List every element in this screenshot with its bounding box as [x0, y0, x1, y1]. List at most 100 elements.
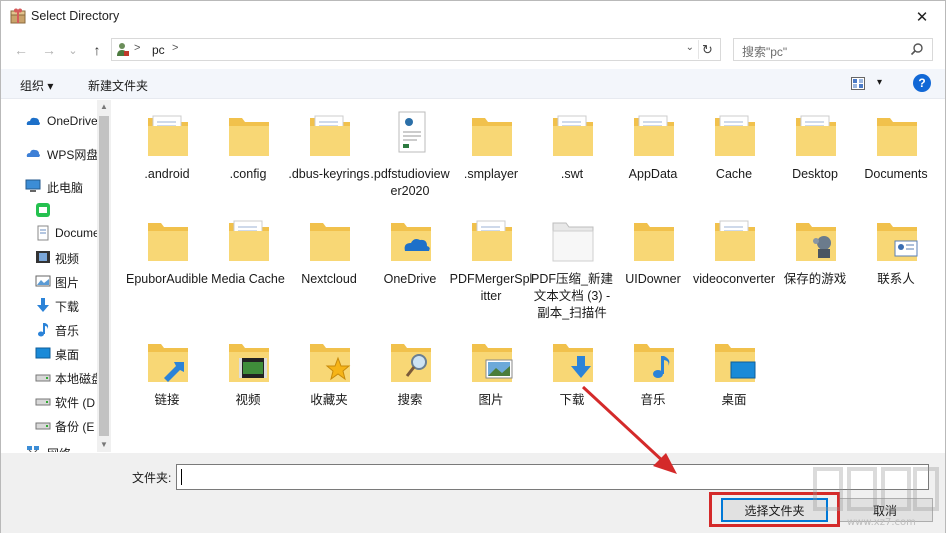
sidebar-item-label: OneDrive — [47, 114, 97, 128]
back-button[interactable]: ← — [11, 40, 31, 60]
sidebar-item[interactable]: WPS网盘 — [1, 142, 97, 164]
folder-label: .dbus-keyrings — [288, 167, 370, 181]
sidebar-item[interactable]: 软件 (D — [1, 390, 97, 412]
folder-label: OneDrive — [383, 272, 437, 286]
sidebar-item-label: 此电脑 — [47, 181, 84, 195]
scrollbar-thumb[interactable] — [99, 116, 109, 436]
folder-icon — [227, 110, 271, 160]
folder-icon — [794, 110, 838, 160]
sidebar-item-label: 本地磁盘 — [55, 372, 97, 386]
music-icon — [35, 321, 51, 337]
sidebar-scrollbar[interactable]: ▲ ▼ — [97, 100, 111, 452]
close-icon: ✕ — [915, 9, 929, 26]
select-directory-dialog: Select Directory ✕ ← → ⌄ ↑ > pc > ⌄ ↻ 搜索… — [0, 0, 946, 533]
scroll-down-arrow-icon[interactable]: ▼ — [100, 440, 108, 449]
text-caret — [181, 469, 182, 485]
sidebar-item[interactable]: 网络 — [1, 441, 97, 452]
folder-icon — [308, 215, 352, 265]
sidebar-item-label: 桌面 — [55, 348, 80, 362]
folder-icon — [875, 215, 919, 265]
folder-label: EpuborAudible — [125, 272, 208, 286]
address-dropdown-icon[interactable]: ⌄ — [686, 42, 694, 53]
folder-label: Cache — [715, 167, 753, 181]
refresh-button[interactable]: ↻ — [698, 40, 716, 59]
folder-icon — [389, 110, 433, 160]
recent-locations-button[interactable]: ⌄ — [63, 40, 83, 60]
folder-label: 保存的游戏 — [783, 272, 847, 286]
folder-label: 链接 — [154, 393, 180, 407]
sidebar-item[interactable]: 本地磁盘 — [1, 366, 97, 388]
folder-icon — [470, 215, 514, 265]
close-button[interactable]: ✕ — [899, 1, 945, 33]
breadcrumb-separator: > — [172, 42, 179, 54]
view-dropdown-icon[interactable]: ▾ — [877, 77, 882, 88]
arrow-up-icon: ↑ — [93, 42, 101, 58]
sidebar-item-label: 网络 — [47, 445, 71, 452]
sidebar-item[interactable]: 桌面 — [1, 342, 97, 364]
folder-icon — [308, 336, 352, 386]
folder-icon — [470, 336, 514, 386]
folder-label: AppData — [628, 167, 678, 181]
pictures-icon — [35, 273, 51, 289]
folder-icon — [713, 110, 757, 160]
sidebar-item-label: 图片 — [55, 276, 80, 290]
sidebar-item[interactable]: 此电脑 — [1, 175, 97, 197]
breadcrumb-location[interactable]: pc — [152, 43, 165, 57]
sidebar-item-label: 视频 — [55, 252, 80, 266]
folder-icon — [389, 215, 433, 265]
folder-view: .android .config .dbus-keyrings .pdfstudiov… — [113, 100, 945, 452]
folder-icon — [308, 110, 352, 160]
folder-label: Media Cache — [211, 272, 285, 286]
sidebar-item-label: Documents — [55, 226, 97, 240]
folder-icon — [146, 336, 190, 386]
sidebar-item[interactable]: 下载 — [1, 294, 97, 316]
documents-icon — [35, 225, 51, 241]
folder-icon — [227, 336, 271, 386]
app-icon — [10, 8, 26, 24]
desktop-icon — [35, 345, 51, 361]
sidebar-item[interactable]: OneDrive — [1, 110, 97, 132]
sidebar-item[interactable]: 备份 (E — [1, 414, 97, 436]
folder-label: .smplayer — [463, 167, 519, 181]
sidebar-item-label: 备份 (E — [55, 420, 95, 434]
sidebar-horizontal-scrollbar[interactable] — [1, 453, 111, 459]
folder-label: .swt — [560, 167, 584, 181]
sidebar-item-label: 下载 — [55, 300, 80, 314]
help-icon[interactable]: ? — [913, 74, 931, 92]
folder-icon — [389, 336, 433, 386]
search-icon — [910, 43, 923, 56]
sidebar-item[interactable]: 音乐 — [1, 318, 97, 340]
folder-label: 图片 — [478, 393, 504, 407]
view-options-icon[interactable] — [851, 77, 865, 90]
navigation-pane: OneDrive WPS网盘此电脑 Documents 视频图片下载音乐桌面本地磁盘软… — [1, 100, 111, 452]
wps-cloud-icon — [25, 145, 41, 161]
sidebar-item[interactable] — [1, 199, 97, 221]
folder-label: Desktop — [792, 167, 838, 181]
up-button[interactable]: ↑ — [87, 40, 107, 60]
drive-icon — [35, 393, 51, 409]
folder-label: videoconverter — [693, 272, 775, 286]
folder-icon — [632, 110, 676, 160]
new-folder-button[interactable]: 新建文件夹 — [88, 77, 148, 94]
video-icon — [35, 249, 51, 265]
sidebar-item[interactable]: 图片 — [1, 270, 97, 292]
folder-label: .config — [229, 167, 267, 181]
window-title: Select Directory — [31, 9, 120, 23]
computer-icon — [25, 178, 41, 194]
folder-label: .android — [144, 167, 190, 181]
folder-label: Documents — [864, 167, 928, 181]
sidebar-item[interactable]: 视频 — [1, 246, 97, 268]
folder-field-label: 文件夹: — [132, 471, 172, 485]
organize-menu[interactable]: 组织 ▾ — [20, 77, 53, 94]
folder-label: PDF压缩_新建文本文档 (3) - 副本_扫描件 — [531, 272, 613, 320]
navigation-bar: ← → ⌄ ↑ > pc > ⌄ ↻ 搜索"pc" — [1, 36, 945, 64]
forward-button[interactable]: → — [39, 40, 59, 60]
folder-icon — [146, 110, 190, 160]
folder-icon — [551, 215, 595, 265]
address-bar[interactable]: > pc > ⌄ ↻ — [111, 38, 721, 61]
folder-label: 音乐 — [640, 393, 666, 407]
sidebar-item[interactable]: Documents — [1, 222, 97, 244]
folder-icon — [632, 336, 676, 386]
scroll-up-arrow-icon[interactable]: ▲ — [100, 102, 108, 111]
search-box[interactable]: 搜索"pc" — [733, 38, 933, 61]
